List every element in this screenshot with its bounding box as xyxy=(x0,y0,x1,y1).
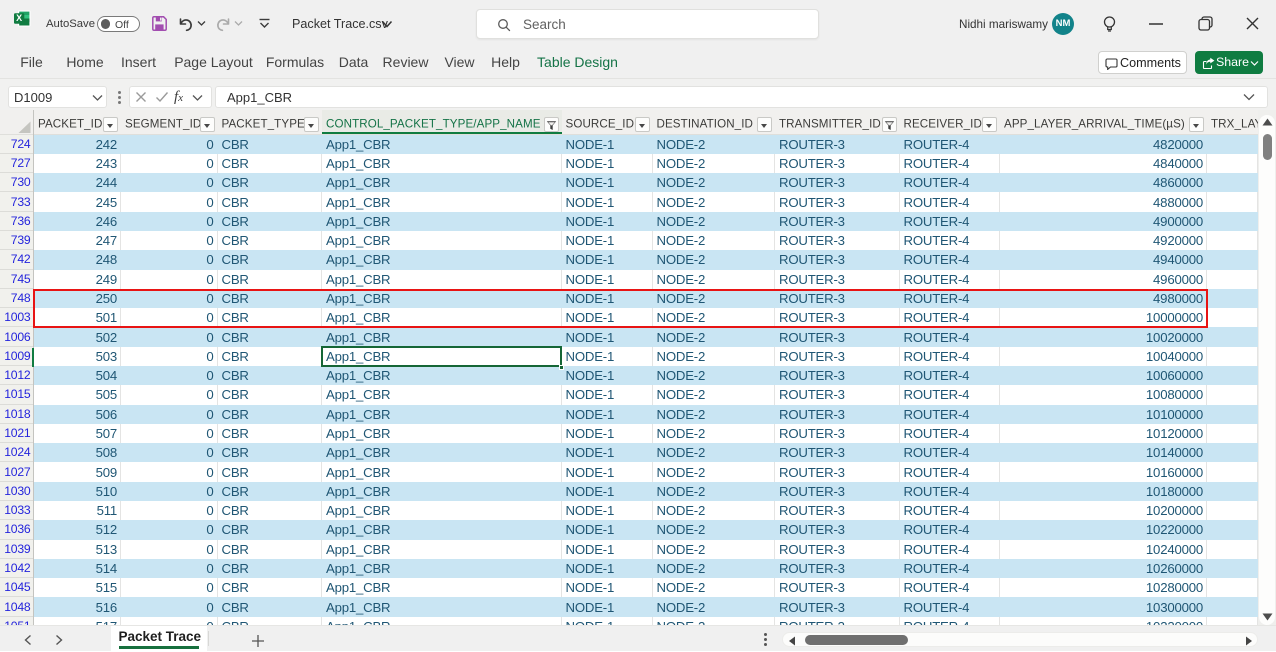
svg-text:X: X xyxy=(16,13,22,23)
